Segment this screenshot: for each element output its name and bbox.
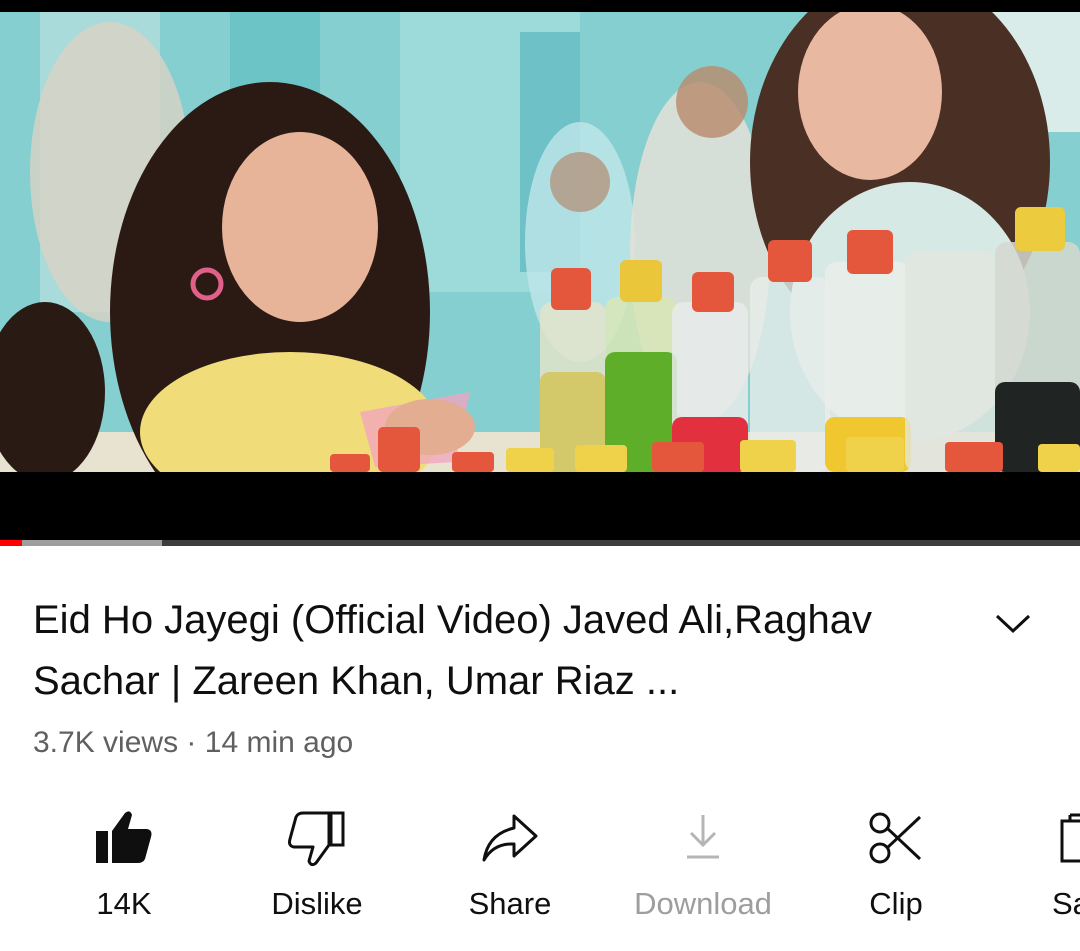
like-count: 14K: [96, 886, 152, 921]
save-icon: [1060, 813, 1080, 863]
clip-button[interactable]: Clip: [816, 800, 976, 940]
clip-label: Clip: [869, 886, 923, 921]
video-progress-bar[interactable]: [0, 540, 1080, 546]
scissors-icon: [869, 812, 922, 864]
save-label: Sa: [1052, 886, 1080, 921]
video-scene-illustration: [0, 12, 1080, 472]
thumbs-up-filled-icon: [96, 811, 152, 863]
download-icon: [687, 815, 719, 859]
share-button[interactable]: Share: [430, 800, 590, 940]
video-title[interactable]: Eid Ho Jayegi (Official Video) Javed Ali…: [33, 590, 953, 712]
save-button[interactable]: Sa: [998, 800, 1080, 940]
download-button[interactable]: Download: [623, 800, 783, 940]
download-label: Download: [634, 886, 772, 921]
video-player[interactable]: [0, 0, 1080, 546]
action-bar: 14K Dislike Share Download Clip S: [0, 800, 1080, 951]
video-frame[interactable]: [0, 12, 1080, 472]
expand-description-button[interactable]: [990, 600, 1036, 646]
share-arrow-icon: [482, 814, 538, 862]
video-meta: 3.7K views · 14 min ago: [33, 726, 353, 760]
like-button[interactable]: 14K: [44, 800, 204, 940]
dislike-button[interactable]: Dislike: [237, 800, 397, 940]
view-count: 3.7K views: [33, 726, 179, 759]
progress-played: [0, 540, 22, 546]
thumbs-down-icon: [288, 811, 345, 867]
meta-separator: ·: [186, 726, 197, 759]
share-label: Share: [468, 886, 552, 921]
progress-buffered: [0, 540, 162, 546]
upload-time: 14 min ago: [204, 726, 354, 759]
dislike-label: Dislike: [271, 886, 363, 921]
chevron-down-icon: [995, 614, 1031, 634]
